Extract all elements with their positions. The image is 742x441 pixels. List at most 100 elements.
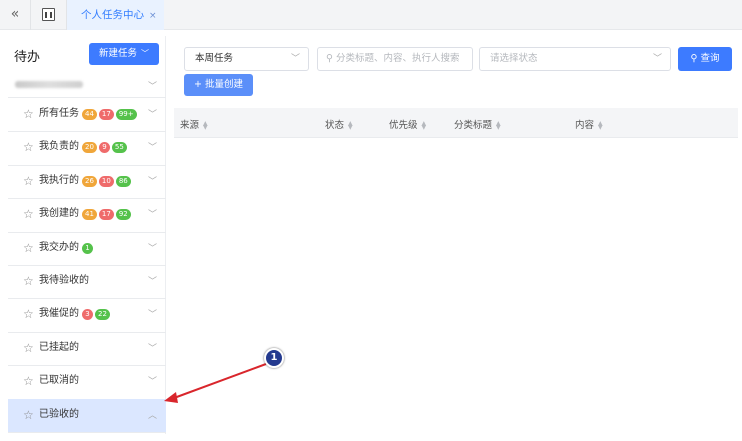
chevron-down-icon[interactable]: ﹀ (148, 274, 157, 287)
sidebar-item-label: 我创建的 41 17 92 (39, 208, 131, 221)
sidebar-item-label: 所有任务 44 17 99+ (39, 108, 137, 120)
star-icon[interactable]: ☆ (23, 275, 34, 287)
blurred-text (15, 81, 83, 88)
star-icon[interactable]: ☆ (23, 175, 34, 187)
sidebar-item[interactable]: ☆ 我催促的 3 22 ﹀ (8, 298, 166, 331)
star-icon[interactable]: ☆ (23, 108, 34, 120)
sidebar-item[interactable]: ☆ 已取消的 ﹀ (8, 365, 166, 398)
star-icon[interactable]: ☆ (23, 242, 34, 254)
new-task-label: 新建任务 (98, 48, 137, 59)
column-header-label: 来源 (180, 120, 200, 131)
search-input[interactable]: ⚲ 分类标题、内容、执行人搜索 (317, 47, 473, 71)
column-header-label: 状态 (325, 120, 345, 131)
chevron-down-icon: ﹀ (141, 49, 149, 58)
sidebar-item-label: 我待验收的 (39, 275, 89, 287)
sidebar-item[interactable]: ☆ 已验收的 ︿ (8, 398, 166, 432)
count-badge: 92 (115, 209, 131, 221)
sidebar-title: 待办 (14, 50, 41, 65)
period-select[interactable]: 本周任务 ﹀ (184, 47, 309, 71)
tab-label: 个人任务中心 (81, 9, 144, 21)
step-callout: 1 (264, 348, 284, 368)
search-button-label: 查询 (700, 53, 720, 64)
count-badge: 9 (98, 142, 110, 154)
filter-selector[interactable]: ﹀ (8, 74, 166, 96)
divider (30, 0, 31, 30)
chevron-down-icon[interactable]: ﹀ (148, 241, 157, 254)
chevron-down-icon[interactable]: ﹀ (148, 307, 157, 320)
chevron-down-icon[interactable]: ﹀ (148, 341, 157, 354)
count-badge: 1 (82, 242, 93, 254)
count-badge: 20 (82, 142, 97, 154)
star-icon[interactable]: ☆ (23, 141, 34, 153)
sidebar-item-text: 我执行的 (39, 174, 79, 186)
batch-create-button[interactable]: + 批量创建 (184, 74, 253, 96)
search-button[interactable]: ⚲ 查询 (678, 47, 732, 71)
column-header[interactable]: 优先级 ▲ ▼ (389, 117, 426, 131)
chevron-down-icon: ﹀ (652, 54, 662, 64)
search-placeholder: 分类标题、内容、执行人搜索 (336, 53, 460, 64)
chevron-down-icon[interactable]: ﹀ (148, 174, 157, 187)
sort-icon[interactable]: ▲ ▼ (422, 120, 427, 130)
chevron-down-icon[interactable]: ﹀ (148, 107, 157, 120)
chevron-down-icon[interactable]: ﹀ (148, 140, 157, 153)
sort-icon[interactable]: ▲ ▼ (203, 120, 208, 130)
chevron-down-icon[interactable]: ﹀ (148, 374, 157, 387)
chevron-up-icon[interactable]: ︿ (148, 408, 157, 421)
sidebar-item[interactable]: ☆ 所有任务 44 17 99+ ﹀ (8, 98, 166, 131)
badge-group: 3 22 (80, 308, 110, 321)
sidebar-item-text: 我创建的 (39, 208, 79, 220)
star-icon[interactable]: ☆ (23, 409, 34, 421)
count-badge: 10 (98, 175, 114, 187)
close-icon[interactable]: × (149, 11, 157, 21)
chevron-down-icon: ﹀ (148, 82, 158, 92)
chevron-down-icon[interactable]: ﹀ (148, 207, 157, 220)
column-header-label: 分类标题 (454, 120, 493, 131)
new-task-button[interactable]: 新建任务 ﹀ (89, 43, 159, 65)
sort-icon[interactable]: ▲ ▼ (348, 120, 353, 130)
status-placeholder: 请选择状态 (490, 53, 538, 64)
column-header-label: 优先级 (389, 120, 418, 131)
status-select[interactable]: 请选择状态 ﹀ (479, 47, 671, 71)
star-icon[interactable]: ☆ (23, 375, 34, 387)
star-icon[interactable]: ☆ (23, 208, 34, 220)
badge-group: 44 17 99+ (80, 108, 137, 120)
sidebar-item-text: 我交办的 (39, 241, 79, 253)
sidebar-item[interactable]: ☆ 我待验收的 ﹀ (8, 265, 166, 298)
dashboard-icon[interactable] (42, 8, 55, 21)
count-badge: 55 (111, 142, 127, 154)
sidebar-item-text: 我待验收的 (39, 275, 89, 286)
count-badge: 99+ (115, 109, 137, 120)
badge-group: 1 (80, 242, 93, 254)
sort-icon[interactable]: ▲ ▼ (496, 120, 501, 130)
column-header[interactable]: 分类标题 ▲ ▼ (454, 117, 501, 131)
column-header-label: 内容 (575, 120, 595, 131)
sort-icon[interactable]: ▲ ▼ (598, 120, 603, 130)
column-header[interactable]: 来源 ▲ ▼ (180, 117, 208, 131)
task-list-panel: 本周任务 ﹀ ⚲ 分类标题、内容、执行人搜索 请选择状态 ﹀ ⚲ 查询 + 批量… (174, 36, 738, 434)
count-badge: 41 (82, 209, 97, 221)
badge-group: 26 10 86 (80, 175, 131, 187)
tab-bar: « 个人任务中心 × (0, 0, 742, 30)
search-icon: ⚲ (326, 53, 333, 64)
count-badge: 26 (82, 175, 97, 187)
collapse-icon[interactable]: « (6, 5, 24, 23)
sidebar-item[interactable]: ☆ 我交办的 1 ﹀ (8, 232, 166, 265)
sidebar-item-text: 我负责的 (39, 141, 79, 153)
sidebar-item-label: 我交办的 1 (39, 242, 93, 254)
sidebar-item[interactable]: ☆ 我执行的 26 10 86 ﹀ (8, 165, 166, 198)
sidebar-item[interactable]: ☆ 已挂起的 ﹀ (8, 332, 166, 365)
star-icon[interactable]: ☆ (23, 308, 34, 320)
sidebar-item-text: 已验收的 (39, 408, 79, 420)
star-icon[interactable]: ☆ (23, 342, 34, 354)
sidebar-item-label: 已取消的 (39, 375, 79, 387)
sidebar-item[interactable]: ☆ 我创建的 41 17 92 ﹀ (8, 198, 166, 231)
sidebar-item-text: 已挂起的 (39, 341, 79, 353)
tab-personal-task-center[interactable]: 个人任务中心 × (67, 0, 164, 30)
sidebar-item[interactable]: ☆ 我负责的 20 9 55 ﹀ (8, 131, 166, 164)
sidebar-item-label: 我执行的 26 10 86 (39, 175, 131, 187)
column-header[interactable]: 内容 ▲ ▼ (575, 117, 603, 131)
column-header[interactable]: 状态 ▲ ▼ (325, 117, 353, 131)
table-header: 来源 ▲ ▼ 状态 ▲ ▼ 优先级 ▲ ▼ 分类标题 ▲ ▼ 内容 ▲ ▼ (174, 108, 738, 138)
todo-sidebar: 待办 新建任务 ﹀ ﹀ ☆ 所有任务 44 17 99+ ﹀ ☆ 我负责的 20 9 55 ﹀ ☆ 我执行的… (8, 36, 166, 434)
sidebar-item-label: 已挂起的 (39, 342, 79, 354)
